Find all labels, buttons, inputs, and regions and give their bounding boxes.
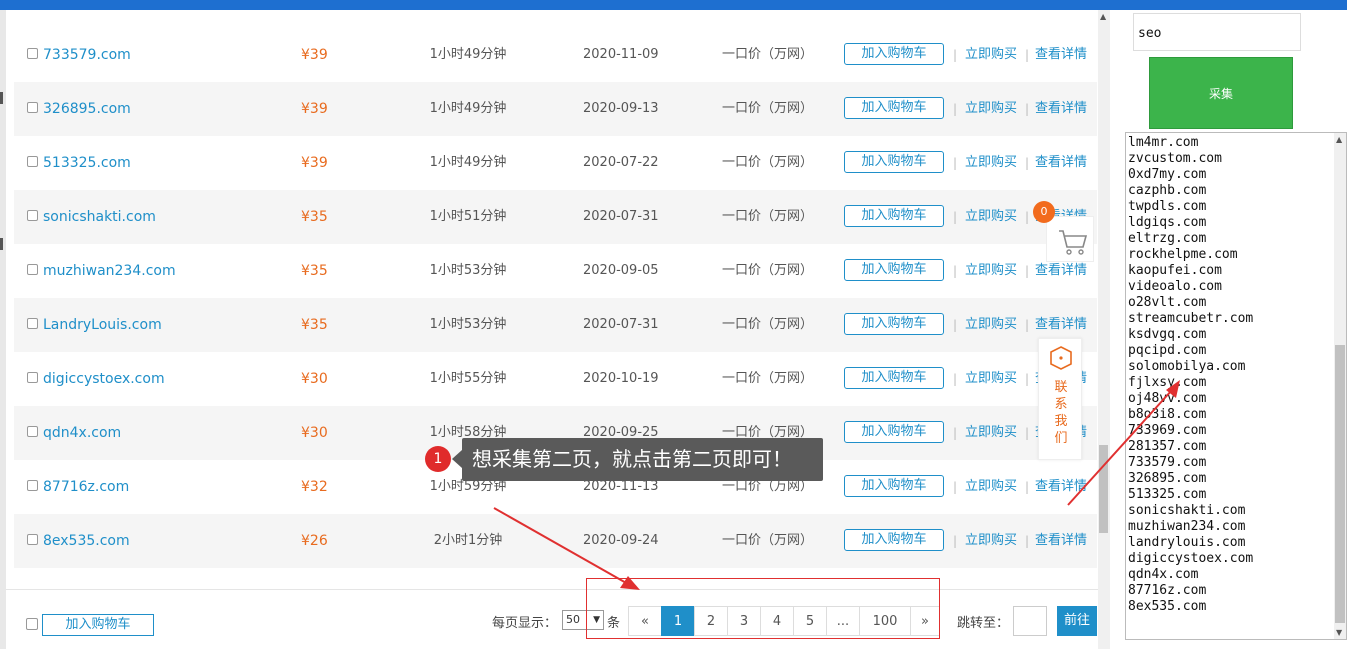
step-number-badge: 1: [425, 446, 451, 472]
arrow-to-results: [1067, 380, 1180, 506]
instruction-tooltip: 想采集第二页，就点击第二页即可！: [452, 438, 823, 481]
annotation-arrows: [493, 380, 1180, 590]
arrow-to-page-2: [493, 507, 640, 590]
